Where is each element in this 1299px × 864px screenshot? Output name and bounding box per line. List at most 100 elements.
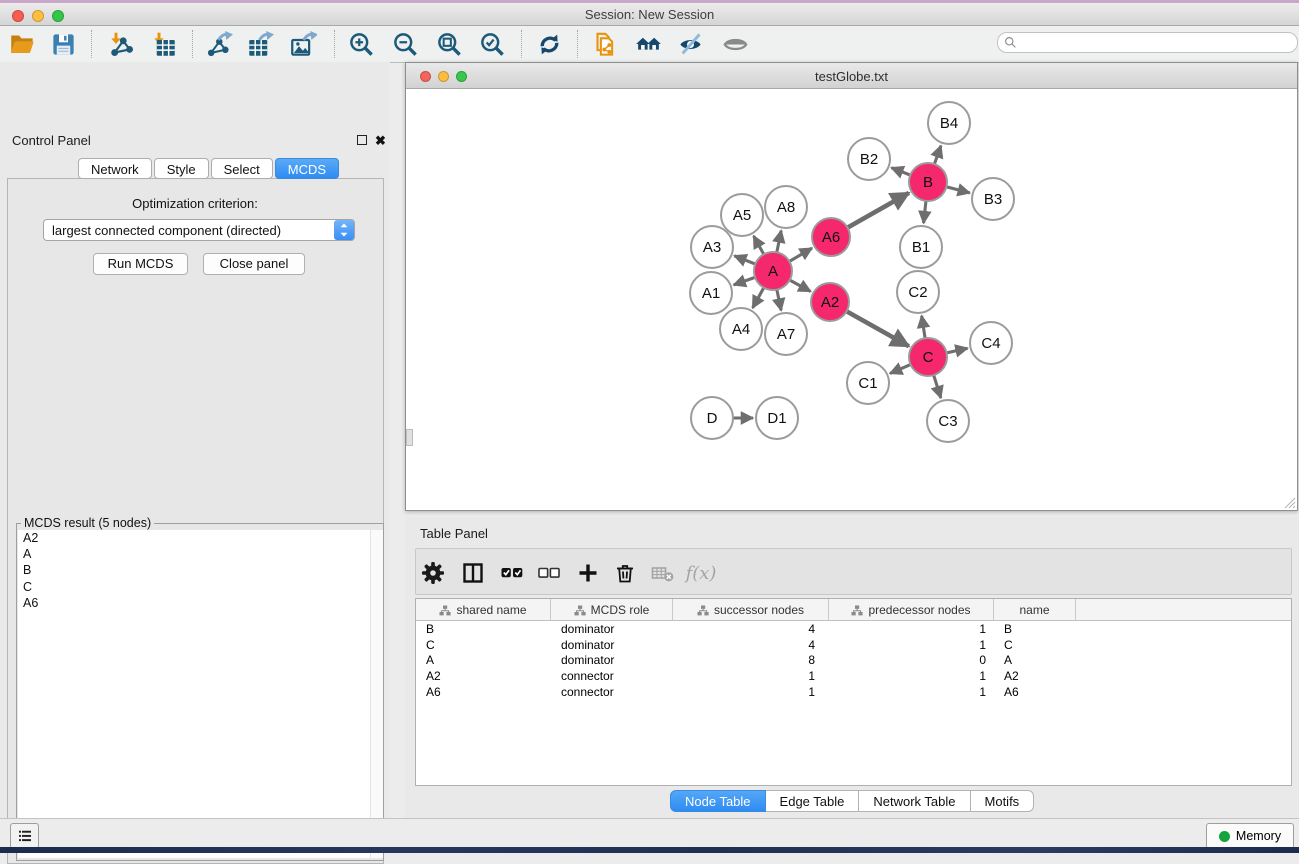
tab-select[interactable]: Select [211, 158, 273, 179]
tab-node-table[interactable]: Node Table [670, 790, 766, 812]
node-A8[interactable]: A8 [765, 186, 807, 228]
houses-icon[interactable] [632, 29, 664, 59]
zoom-fit-icon[interactable] [433, 29, 465, 59]
import-network-icon[interactable] [104, 29, 136, 59]
node-C4[interactable]: C4 [970, 322, 1012, 364]
node-A1[interactable]: A1 [690, 272, 732, 314]
select-all-icon[interactable] [497, 559, 527, 587]
search-input[interactable] [1017, 34, 1297, 51]
criterion-dropdown[interactable]: largest connected component (directed) [43, 219, 355, 241]
refresh-layout-icon[interactable] [533, 29, 565, 59]
node-A6[interactable]: A6 [812, 218, 850, 256]
node-B[interactable]: B [909, 163, 947, 201]
splitter-grip[interactable] [406, 429, 413, 446]
tab-edge-table[interactable]: Edge Table [766, 790, 860, 812]
node-table: shared nameMCDS rolesuccessor nodesprede… [415, 598, 1292, 786]
dropdown-stepper-icon[interactable] [334, 220, 354, 240]
network-window-titlebar[interactable]: testGlobe.txt [406, 63, 1297, 89]
document-network-icon[interactable] [590, 29, 622, 59]
column-header-name[interactable]: name [994, 599, 1076, 621]
node-D1[interactable]: D1 [756, 397, 798, 439]
memory-button[interactable]: Memory [1206, 823, 1294, 849]
split-columns-icon[interactable] [458, 559, 488, 587]
zoom-in-icon[interactable] [345, 29, 377, 59]
tab-mcds[interactable]: MCDS [275, 158, 339, 179]
deselect-all-icon[interactable] [534, 559, 564, 587]
node-A3[interactable]: A3 [691, 226, 733, 268]
node-C2[interactable]: C2 [897, 271, 939, 313]
zoom-selected-icon[interactable] [476, 29, 508, 59]
result-item[interactable]: B [18, 562, 370, 578]
node-C1[interactable]: C1 [847, 362, 889, 404]
import-table-icon[interactable] [147, 29, 179, 59]
export-table-icon[interactable] [244, 29, 276, 59]
node-B1[interactable]: B1 [900, 226, 942, 268]
run-mcds-button[interactable]: Run MCDS [93, 253, 188, 275]
table-row[interactable]: Bdominator41B [416, 621, 1291, 637]
node-B3[interactable]: B3 [972, 178, 1014, 220]
column-header-shared-name[interactable]: shared name [416, 599, 551, 621]
table-row[interactable]: A6connector11A6 [416, 684, 1291, 700]
delete-column-icon[interactable] [610, 559, 640, 587]
network-graph-canvas[interactable]: B4 B2 B B3 A5 A8A6 B1 A3 A C2 A1 A2 A4A7 C C4 C1 C3 D D1 [406, 89, 1297, 510]
mcds-result-list[interactable]: A2ABCA6 [18, 530, 371, 858]
svg-text:A5: A5 [733, 207, 751, 224]
node-A5[interactable]: A5 [721, 194, 763, 236]
node-D[interactable]: D [691, 397, 733, 439]
open-file-icon[interactable] [6, 29, 38, 59]
table-row[interactable]: Cdominator41C [416, 637, 1291, 653]
result-item[interactable]: A6 [18, 595, 370, 611]
column-header-predecessor-nodes[interactable]: predecessor nodes [829, 599, 994, 621]
window-titlebar[interactable]: Session: New Session [0, 3, 1299, 26]
table-header-row: shared nameMCDS rolesuccessor nodesprede… [416, 599, 1291, 621]
shared-column-icon [851, 605, 863, 616]
node-C[interactable]: C [909, 338, 947, 376]
shared-column-icon [697, 605, 709, 616]
node-B2[interactable]: B2 [848, 138, 890, 180]
node-B4[interactable]: B4 [928, 102, 970, 144]
zoom-out-icon[interactable] [389, 29, 421, 59]
column-header-successor-nodes[interactable]: successor nodes [673, 599, 829, 621]
eye-icon[interactable] [719, 29, 751, 59]
column-header-filler [1076, 599, 1291, 621]
table-row[interactable]: A2connector11A2 [416, 668, 1291, 684]
task-history-button[interactable] [10, 823, 39, 849]
eye-slash-icon[interactable] [674, 29, 706, 59]
table-cell: 1 [829, 638, 994, 652]
tab-motifs[interactable]: Motifs [971, 790, 1035, 812]
svg-text:C: C [923, 349, 934, 366]
resize-grip-icon[interactable] [1282, 495, 1296, 509]
float-panel-icon[interactable] [357, 135, 367, 145]
add-column-icon[interactable] [573, 559, 603, 587]
close-panel-button[interactable]: Close panel [203, 253, 305, 275]
column-header-MCDS-role[interactable]: MCDS role [551, 599, 673, 621]
result-scrollbar[interactable] [370, 530, 383, 858]
node-A4[interactable]: A4 [720, 308, 762, 350]
result-item[interactable]: A2 [18, 530, 370, 546]
table-toolbar: f(x) [415, 548, 1292, 595]
tab-network[interactable]: Network [78, 158, 152, 179]
node-C3[interactable]: C3 [927, 400, 969, 442]
tab-style[interactable]: Style [154, 158, 209, 179]
list-icon [16, 827, 34, 845]
desktop-strip-bottom [0, 847, 1299, 853]
status-bar: Memory [0, 818, 1299, 848]
svg-text:B1: B1 [912, 239, 930, 256]
close-panel-icon[interactable]: ✖ [375, 134, 386, 147]
svg-text:B4: B4 [940, 115, 958, 132]
table-cell: 8 [673, 653, 829, 667]
table-cell: dominator [551, 638, 673, 652]
search-field[interactable] [997, 32, 1298, 53]
node-A7[interactable]: A7 [765, 313, 807, 355]
save-session-icon[interactable] [47, 29, 79, 59]
table-row[interactable]: Adominator80A [416, 652, 1291, 668]
result-item[interactable]: A [18, 546, 370, 562]
result-item[interactable]: C [18, 579, 370, 595]
node-A[interactable]: A [754, 252, 792, 290]
node-A2[interactable]: A2 [811, 283, 849, 321]
mcds-result-title: MCDS result (5 nodes) [21, 516, 154, 530]
tab-network-table[interactable]: Network Table [859, 790, 970, 812]
gear-icon[interactable] [418, 559, 448, 587]
export-network-icon[interactable] [203, 29, 235, 59]
export-image-icon[interactable] [287, 29, 319, 59]
